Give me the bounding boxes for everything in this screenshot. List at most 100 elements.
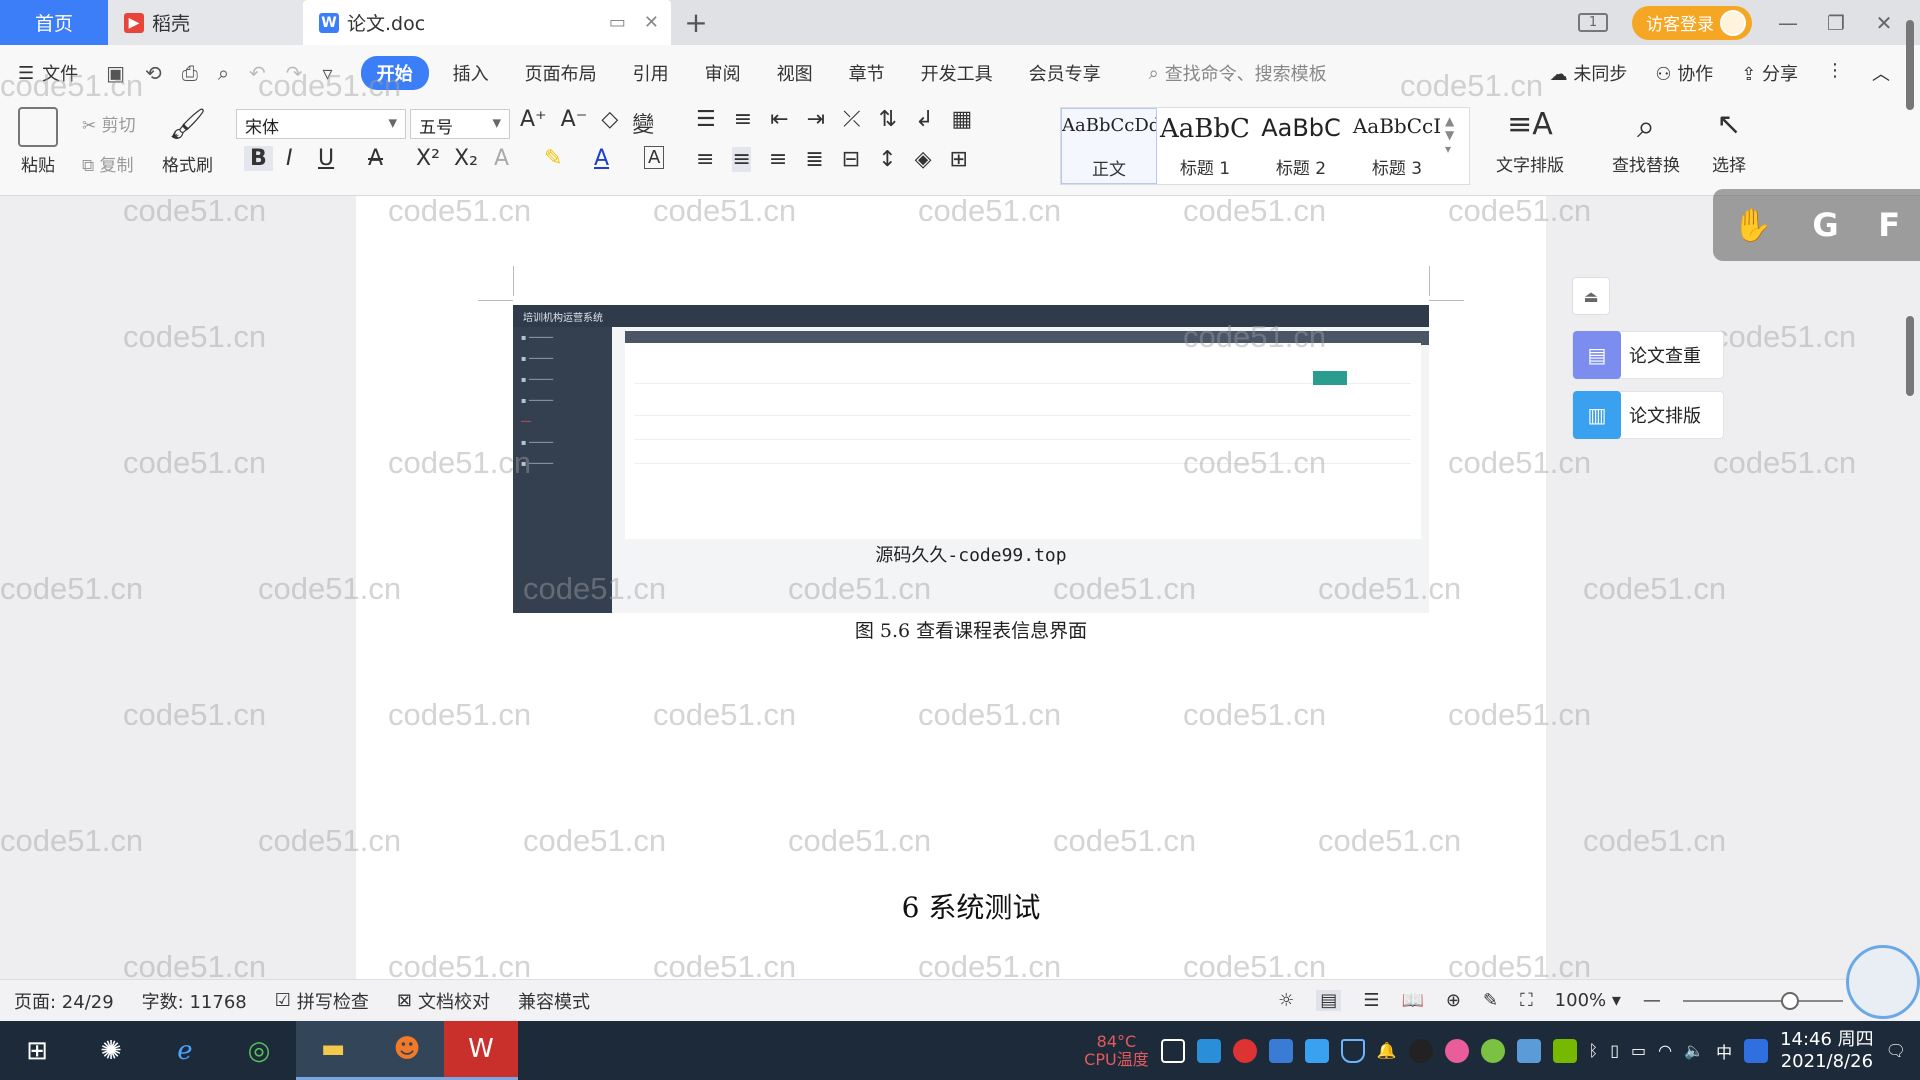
assistant-avatar[interactable] [1846,945,1920,1019]
number-list-icon[interactable]: ≡ [734,107,752,132]
collaborate-button[interactable]: ⚇ 协作 [1655,60,1713,86]
ime-indicator[interactable]: 中 [1716,1039,1732,1063]
bold-icon[interactable]: B [244,146,273,171]
paper-layout-button[interactable]: ▥ 论文排版 [1572,391,1724,439]
line-spacing-icon[interactable]: ↕ [878,147,896,172]
align-right-icon[interactable]: ≡ [769,147,787,172]
increase-indent-icon[interactable]: ⇥ [807,107,825,132]
align-left-icon[interactable]: ≡ [696,147,714,172]
text-effect-icon[interactable]: A [494,146,509,171]
input-method-icon[interactable] [1744,1038,1769,1063]
ninja-app-icon[interactable]: ☻ [370,1021,444,1080]
shading-icon[interactable]: ◈ [915,147,932,172]
more-icon[interactable]: ⋮ [1826,60,1844,86]
keyboard-icon[interactable] [1160,1038,1185,1063]
cpu-temp-widget[interactable]: 84°C CPU温度 [1084,1032,1149,1069]
tab-document[interactable]: W 论文.doc ▭ ✕ [303,0,671,45]
print-preview-icon[interactable]: ⌕ [218,61,229,85]
zoom-slider-knob[interactable] [1780,991,1799,1010]
write-mode-icon[interactable]: ✎ [1483,990,1498,1011]
antivirus-icon[interactable] [1232,1038,1257,1063]
zoom-out-icon[interactable]: — [1643,990,1661,1011]
action-center-icon[interactable]: 🗨 [1886,1041,1906,1060]
menu-chapter[interactable]: 章节 [831,60,903,86]
minimize-icon[interactable]: — [1776,11,1800,35]
file-menu[interactable]: ☰ 文件 [0,60,96,86]
scrollbar-thumb[interactable] [1906,316,1914,396]
ie-browser-icon[interactable]: ℯ [148,1021,222,1080]
style-scroll-icon[interactable]: ▲ ▼ ▾ [1445,108,1465,184]
web-view-icon[interactable]: ⊕ [1446,990,1461,1011]
network-tool-icon[interactable] [1304,1038,1329,1063]
scrollbar-thumb[interactable] [1906,20,1914,110]
tray-app-icon[interactable] [1196,1038,1221,1063]
usb-icon[interactable] [1268,1038,1293,1063]
notification-bell-icon[interactable]: 🔔 [1377,1041,1397,1060]
battery-icon[interactable]: ▯ [1610,1041,1619,1060]
windows-start-icon[interactable]: ⊞ [0,1021,74,1080]
restore-icon[interactable]: ❐ [1824,11,1848,35]
strikethrough-icon[interactable]: A [368,146,383,171]
collapse-panel-icon[interactable]: ⏏ [1572,277,1610,315]
shrink-font-icon[interactable]: A⁻ [561,107,588,139]
green-browser-icon[interactable]: ◎ [222,1021,296,1080]
customize-icon[interactable]: ▿ [323,61,333,85]
floating-shortcut-overlay[interactable]: ✋ G F [1713,189,1920,261]
clock[interactable]: 14:46 周四 2021/8/26 [1780,1029,1874,1073]
menu-member[interactable]: 会员专享 [1011,60,1119,86]
sync-button[interactable]: ☁ 未同步 [1550,60,1628,86]
phonetic-icon[interactable]: 變 [632,107,654,139]
select-button[interactable]: ↖ 选择 [1712,107,1746,176]
font-color-icon[interactable]: A [594,146,609,171]
menu-references[interactable]: 引用 [615,60,687,86]
style-heading-1[interactable]: AaBbC 标题 1 [1157,108,1253,184]
text-layout-button[interactable]: ≡A 文字排版 [1496,107,1564,176]
grow-font-icon[interactable]: A⁺ [520,107,547,139]
menu-view[interactable]: 视图 [759,60,831,86]
save-icon[interactable]: ▣ [106,61,125,85]
plus-app-icon[interactable] [1480,1038,1505,1063]
window-close-icon[interactable]: ✕ [1872,11,1896,35]
paste-button[interactable]: 粘贴 [18,107,58,176]
sort-icon[interactable]: ⇅ [879,107,897,132]
volume-icon[interactable]: 🔈 [1684,1041,1704,1060]
power-icon[interactable]: ▭ [1631,1041,1646,1060]
style-heading-3[interactable]: AaBbCcI 标题 3 [1349,108,1445,184]
qq-icon[interactable] [1408,1038,1433,1063]
spell-check-button[interactable]: ☑ 拼写检查 [275,988,369,1014]
page-indicator[interactable]: 页面: 24/29 [14,988,114,1014]
table-icon[interactable]: ▦ [952,107,973,132]
cut-button[interactable]: ✂ 剪切 [82,111,136,136]
print-icon[interactable]: ⎙ [182,61,198,85]
collapse-ribbon-icon[interactable]: ︿ [1872,60,1890,86]
wifi-icon[interactable]: ◠ [1658,1041,1672,1060]
redo-icon[interactable]: ↷ [286,61,303,85]
vertical-scrollbar[interactable] [1904,20,1918,980]
menu-home[interactable]: 开始 [360,56,429,90]
style-normal[interactable]: AaBbCcDd 正文 [1061,108,1157,184]
chinese-layout-icon[interactable]: ⤫ [843,107,861,132]
pinwheel-app-icon[interactable]: ✺ [74,1021,148,1080]
remote-icon[interactable] [1516,1038,1541,1063]
align-center-icon[interactable]: ≡ [732,147,751,172]
tab-docer[interactable]: ▶ 稻壳 [108,0,303,45]
distribute-icon[interactable]: ⊟ [842,147,860,172]
font-size-select[interactable]: 五号 ▾ [410,109,510,139]
italic-icon[interactable]: I [286,146,293,171]
menu-insert[interactable]: 插入 [435,60,507,86]
menu-developer[interactable]: 开发工具 [903,60,1011,86]
show-marks-icon[interactable]: ↲ [915,107,933,132]
visitor-login-button[interactable]: 访客登录 [1632,5,1752,40]
menu-review[interactable]: 审阅 [687,60,759,86]
close-icon[interactable]: ✕ [644,12,659,33]
qq-icon[interactable] [1444,1038,1469,1063]
zoom-select[interactable]: 100% ▾ [1555,990,1621,1011]
word-count[interactable]: 字数: 11768 [142,988,247,1014]
undo-icon[interactable]: ↶ [249,61,266,85]
underline-icon[interactable]: U [318,146,334,171]
fit-page-icon[interactable]: ⛶ [1520,990,1533,1011]
borders-icon[interactable]: ⊞ [950,147,968,172]
find-replace-button[interactable]: ⌕ 查找替换 [1612,107,1680,176]
shield-icon[interactable] [1340,1038,1365,1063]
screenshot-figure[interactable]: 培训机构运营系统 ▪ ───── ▪ ───── ▪ ───── ▪ ─────… [513,305,1429,613]
